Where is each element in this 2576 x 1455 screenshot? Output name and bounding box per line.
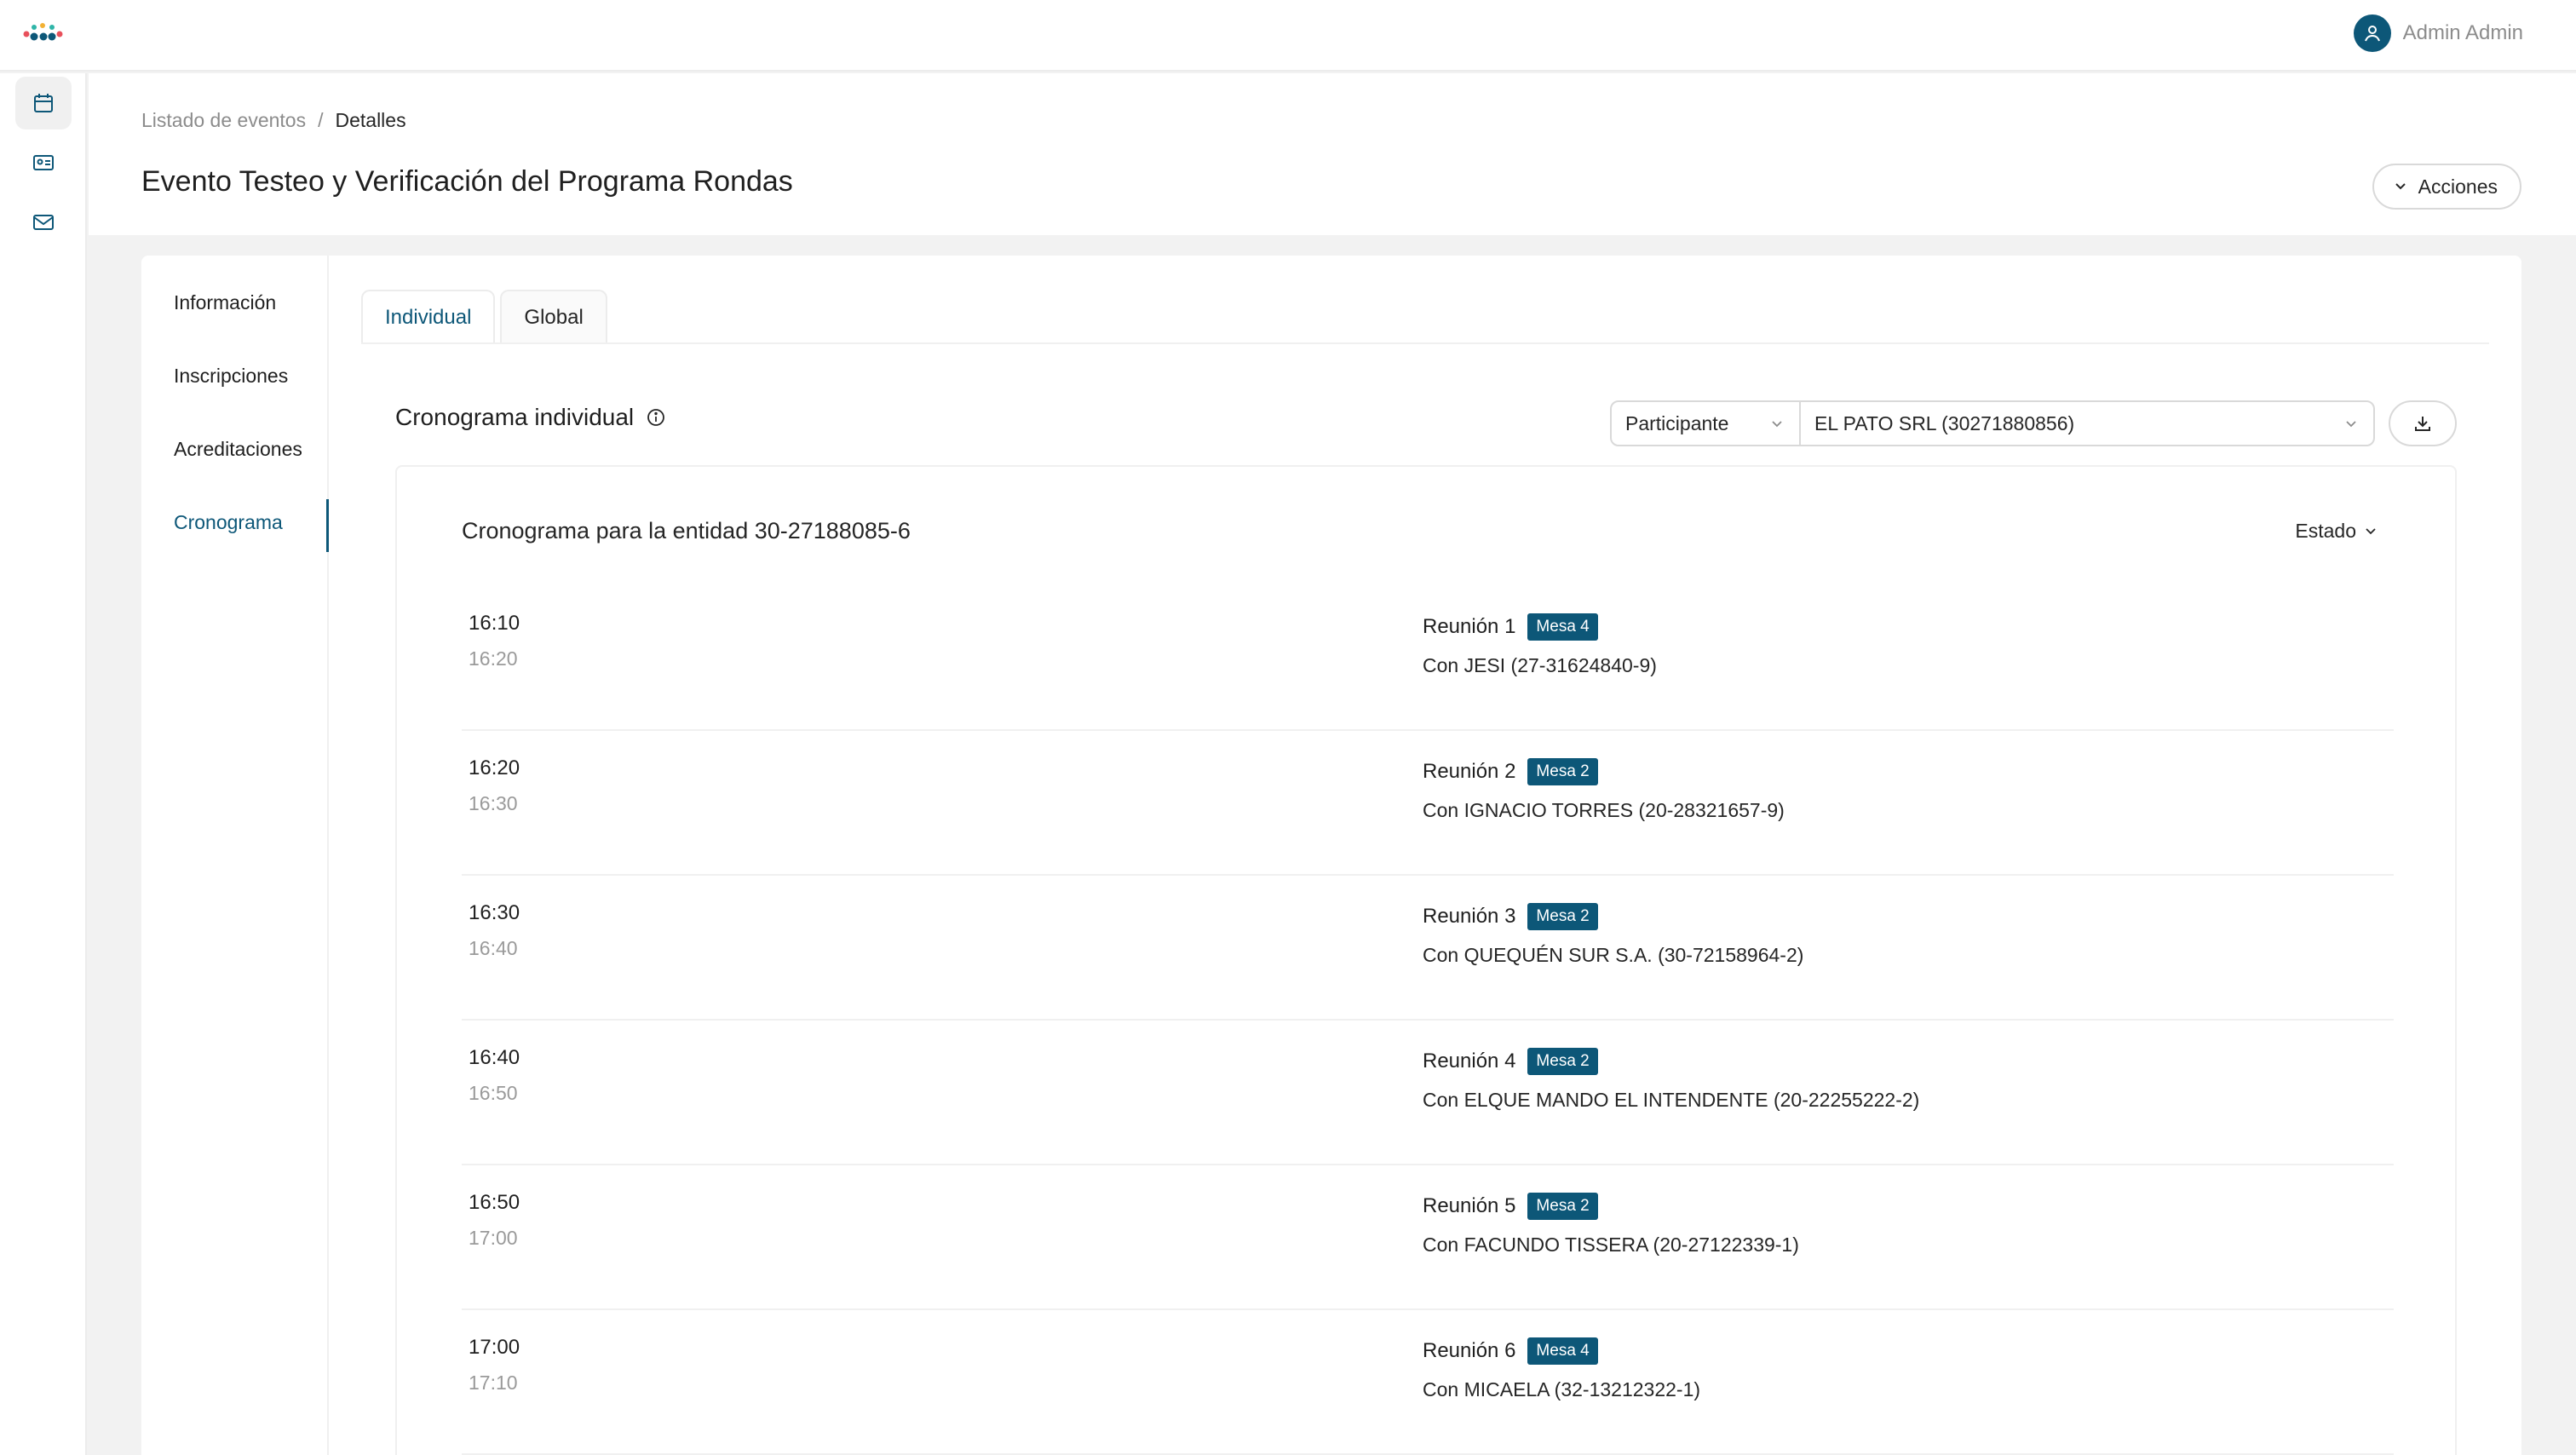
- filter-type-select[interactable]: Participante: [1610, 400, 1801, 446]
- user-menu[interactable]: Admin Admin: [2353, 14, 2523, 53]
- meeting-end-time: 17:00: [469, 1227, 518, 1249]
- page-header: Listado de eventos / Detalles Evento Tes…: [89, 73, 2576, 235]
- participant-value: EL PATO SRL (30271880856): [1814, 411, 2075, 434]
- id-card-icon[interactable]: [15, 136, 72, 189]
- breadcrumb-current: Detalles: [335, 109, 406, 131]
- user-name: Admin Admin: [2402, 21, 2523, 44]
- meeting-title: Reunión 1: [1423, 615, 1516, 638]
- meeting-end-time: 17:10: [469, 1372, 518, 1394]
- meeting-counterpart: Con QUEQUÉN SUR S.A. (30-72158964-2): [1423, 944, 1804, 966]
- meeting-title: Reunión 6: [1423, 1339, 1516, 1362]
- status-filter[interactable]: Estado: [2295, 520, 2378, 543]
- top-bar: Admin Admin: [0, 0, 2576, 72]
- menu-item-acreditaciones[interactable]: Acreditaciones: [174, 438, 302, 461]
- schedule-section-title: Cronograma individual: [395, 404, 666, 431]
- meeting-row: 16:10 16:20 Reunión 1 Mesa 4 Con JESI (2…: [462, 586, 2394, 731]
- user-icon: [2353, 14, 2391, 52]
- chevron-down-icon: [2346, 421, 2356, 428]
- table-badge: Mesa 4: [1527, 613, 1598, 641]
- meeting-header: Reunión 5 Mesa 2: [1423, 1193, 1598, 1220]
- app-logo[interactable]: [22, 20, 63, 46]
- meeting-header: Reunión 4 Mesa 2: [1423, 1048, 1598, 1075]
- breadcrumb: Listado de eventos / Detalles: [141, 109, 406, 132]
- meeting-header: Reunión 3 Mesa 2: [1423, 903, 1598, 930]
- table-badge: Mesa 2: [1527, 1048, 1598, 1075]
- menu-item-informacion[interactable]: Información: [174, 291, 276, 314]
- info-icon[interactable]: [646, 407, 666, 428]
- breadcrumb-separator: /: [318, 109, 324, 131]
- tab-individual[interactable]: Individual: [361, 290, 496, 344]
- meeting-start-time: 16:20: [469, 756, 520, 779]
- mail-icon[interactable]: [15, 196, 72, 249]
- meeting-title: Reunión 4: [1423, 1050, 1516, 1073]
- participant-select[interactable]: EL PATO SRL (30271880856): [1799, 400, 2375, 446]
- schedule-tabs: Individual Global: [361, 290, 607, 344]
- meeting-title: Reunión 3: [1423, 905, 1516, 928]
- menu-item-inscripciones[interactable]: Inscripciones: [174, 365, 288, 388]
- table-badge: Mesa 4: [1527, 1337, 1598, 1365]
- meeting-row: 17:00 17:10 Reunión 6 Mesa 4 Con MICAELA…: [462, 1310, 2394, 1455]
- download-button[interactable]: [2389, 400, 2457, 446]
- status-filter-label: Estado: [2295, 520, 2356, 542]
- chevron-down-icon: [1772, 421, 1782, 428]
- meeting-header: Reunión 1 Mesa 4: [1423, 613, 1598, 641]
- meeting-title: Reunión 2: [1423, 760, 1516, 783]
- table-badge: Mesa 2: [1527, 758, 1598, 785]
- schedule-title: Cronograma individual: [395, 404, 635, 430]
- chevron-down-icon: [2366, 527, 2376, 534]
- tabs-divider: [361, 342, 2489, 344]
- actions-label: Acciones: [2418, 175, 2498, 198]
- download-icon: [2415, 417, 2430, 431]
- meeting-counterpart: Con JESI (27-31624840-9): [1423, 654, 1657, 676]
- meeting-start-time: 16:10: [469, 612, 520, 635]
- table-badge: Mesa 2: [1527, 1193, 1598, 1220]
- meeting-counterpart: Con FACUNDO TISSERA (20-27122339-1): [1423, 1234, 1799, 1256]
- event-details-card: Información Inscripciones Acreditaciones…: [141, 256, 2521, 1455]
- meeting-end-time: 16:30: [469, 792, 518, 814]
- meeting-counterpart: Con MICAELA (32-13212322-1): [1423, 1378, 1701, 1400]
- meeting-start-time: 16:30: [469, 901, 520, 924]
- table-badge: Mesa 2: [1527, 903, 1598, 930]
- page-title: Evento Testeo y Verificación del Program…: [141, 165, 793, 198]
- side-navigation: [0, 73, 87, 1455]
- meeting-start-time: 16:40: [469, 1046, 520, 1069]
- meeting-header: Reunión 2 Mesa 2: [1423, 758, 1598, 785]
- meeting-header: Reunión 6 Mesa 4: [1423, 1337, 1598, 1365]
- meeting-row: 16:40 16:50 Reunión 4 Mesa 2 Con ELQUE M…: [462, 1021, 2394, 1165]
- details-menu: Información Inscripciones Acreditaciones…: [141, 256, 329, 1455]
- meeting-counterpart: Con IGNACIO TORRES (20-28321657-9): [1423, 799, 1785, 821]
- meeting-row: 16:20 16:30 Reunión 2 Mesa 2 Con IGNACIO…: [462, 731, 2394, 876]
- entity-schedule-title: Cronograma para la entidad 30-27188085-6: [462, 518, 911, 543]
- menu-item-cronograma[interactable]: Cronograma: [174, 511, 283, 534]
- meeting-end-time: 16:50: [469, 1082, 518, 1104]
- meeting-row: 16:30 16:40 Reunión 3 Mesa 2 Con QUEQUÉN…: [462, 876, 2394, 1021]
- meeting-title: Reunión 5: [1423, 1194, 1516, 1217]
- active-menu-indicator: [326, 499, 329, 552]
- tab-global[interactable]: Global: [500, 290, 607, 344]
- meeting-start-time: 17:00: [469, 1336, 520, 1359]
- schedule-panel: Cronograma para la entidad 30-27188085-6…: [395, 465, 2457, 1455]
- meeting-counterpart: Con ELQUE MANDO EL INTENDENTE (20-222552…: [1423, 1089, 1920, 1111]
- actions-button[interactable]: Acciones: [2372, 164, 2521, 210]
- meeting-start-time: 16:50: [469, 1191, 520, 1214]
- filter-type-value: Participante: [1625, 411, 1729, 434]
- breadcrumb-parent-link[interactable]: Listado de eventos: [141, 109, 306, 132]
- chevron-down-icon: [2395, 183, 2406, 190]
- meeting-row: 16:50 17:00 Reunión 5 Mesa 2 Con FACUNDO…: [462, 1165, 2394, 1310]
- meeting-end-time: 16:40: [469, 937, 518, 959]
- calendar-icon[interactable]: [15, 77, 72, 129]
- meeting-end-time: 16:20: [469, 647, 518, 670]
